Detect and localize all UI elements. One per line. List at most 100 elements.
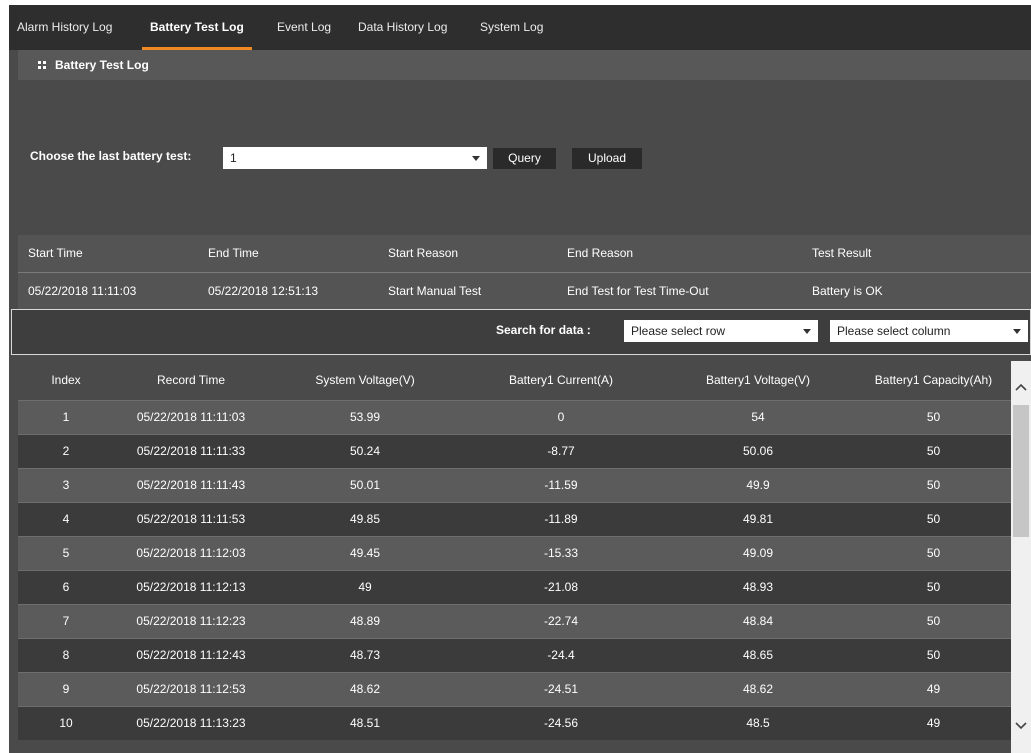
cell-battery1-capacity: 49 — [926, 682, 941, 696]
chevron-down-icon — [472, 156, 480, 161]
cell-battery1-current: -8.77 — [547, 444, 575, 458]
summary-end-reason: End Test for Test Time-Out — [567, 284, 709, 298]
cell-battery1-current: -15.33 — [543, 546, 579, 560]
cell-battery1-voltage: 54 — [751, 410, 765, 424]
cell-record-time: 05/22/2018 11:13:23 — [136, 716, 246, 730]
summary-header-test-result: Test Result — [812, 246, 872, 260]
column-select-value: Please select column — [837, 324, 951, 338]
cell-system-voltage: 48.62 — [349, 682, 381, 696]
search-label: Search for data : — [496, 323, 591, 337]
column-select[interactable]: Please select column — [830, 320, 1028, 342]
row-select-value: Please select row — [631, 324, 726, 338]
summary-header-end-reason: End Reason — [567, 246, 634, 260]
cell-index: 1 — [62, 410, 70, 424]
cell-battery1-capacity: 50 — [926, 546, 941, 560]
cell-battery1-voltage: 49.09 — [742, 546, 774, 560]
table-row[interactable]: 3 05/22/2018 11:11:43 50.01 -11.59 49.9 50 — [18, 468, 1011, 502]
query-panel: Choose the last battery test: 1 Query Up… — [18, 80, 1031, 235]
table-row[interactable]: 1 05/22/2018 11:11:03 53.99 0 54 50 — [18, 400, 1011, 434]
table-row[interactable]: 8 05/22/2018 11:12:43 48.73 -24.4 48.65 50 — [18, 638, 1011, 672]
battery-test-select[interactable]: 1 — [223, 147, 487, 169]
summary-header-end-time: End Time — [208, 246, 259, 260]
cell-battery1-current: 0 — [557, 410, 565, 424]
log-tab-bar: Alarm History Log Battery Test Log Event… — [9, 5, 1031, 50]
cell-record-time: 05/22/2018 11:11:53 — [136, 512, 246, 526]
summary-test-result: Battery is OK — [812, 284, 883, 298]
cell-index: 5 — [62, 546, 70, 560]
summary-header-row: Start Time End Time Start Reason End Rea… — [18, 235, 1031, 271]
table-header: Index Record Time System Voltage(V) Battery… — [18, 361, 1011, 400]
column-header-record-time: Record Time — [156, 373, 226, 387]
cell-index: 9 — [62, 682, 70, 696]
cell-record-time: 05/22/2018 11:11:33 — [136, 444, 246, 458]
cell-system-voltage: 49.85 — [349, 512, 381, 526]
cell-battery1-capacity: 49 — [926, 716, 941, 730]
chevron-down-icon — [1013, 329, 1021, 334]
summary-value-row: 05/22/2018 11:11:03 05/22/2018 12:51:13 … — [18, 273, 1031, 309]
cell-system-voltage: 49 — [358, 580, 372, 594]
cell-battery1-capacity: 50 — [926, 478, 941, 492]
tab-battery-test-log[interactable]: Battery Test Log — [142, 5, 252, 50]
cell-system-voltage: 48.51 — [349, 716, 381, 730]
cell-battery1-current: -22.74 — [543, 614, 579, 628]
column-header-index: Index — [51, 373, 81, 387]
chevron-down-icon — [1015, 722, 1027, 730]
cell-index: 2 — [62, 444, 70, 458]
table-row[interactable]: 9 05/22/2018 11:12:53 48.62 -24.51 48.62 49 — [18, 672, 1011, 706]
section-title: Battery Test Log — [55, 58, 149, 72]
table-row[interactable]: 5 05/22/2018 11:12:03 49.45 -15.33 49.09 50 — [18, 536, 1011, 570]
grid-icon — [38, 61, 47, 69]
cell-system-voltage: 49.45 — [349, 546, 381, 560]
cell-battery1-voltage: 48.5 — [746, 716, 770, 730]
cell-battery1-voltage: 49.9 — [746, 478, 770, 492]
cell-index: 6 — [62, 580, 70, 594]
cell-battery1-capacity: 50 — [926, 614, 941, 628]
cell-record-time: 05/22/2018 11:12:43 — [136, 648, 246, 662]
cell-system-voltage: 53.99 — [349, 410, 381, 424]
cell-battery1-current: -21.08 — [543, 580, 579, 594]
cell-battery1-current: -24.4 — [547, 648, 575, 662]
query-button[interactable]: Query — [493, 148, 556, 169]
cell-battery1-current: -24.51 — [543, 682, 579, 696]
search-bar: Search for data : Please select row Plea… — [11, 309, 1031, 355]
cell-system-voltage: 50.24 — [349, 444, 381, 458]
tab-system-log[interactable]: System Log — [480, 5, 543, 50]
summary-end-time: 05/22/2018 12:51:13 — [208, 284, 319, 298]
tab-event-log[interactable]: Event Log — [277, 5, 331, 50]
upload-button[interactable]: Upload — [572, 148, 642, 169]
battery-test-select-value: 1 — [230, 151, 237, 165]
chevron-up-icon — [1015, 383, 1027, 391]
cell-battery1-current: -11.89 — [544, 512, 578, 526]
summary-header-start-reason: Start Reason — [388, 246, 459, 260]
cell-battery1-voltage: 48.65 — [742, 648, 774, 662]
tab-data-history-log[interactable]: Data History Log — [358, 5, 447, 50]
table-row[interactable]: 4 05/22/2018 11:11:53 49.85 -11.89 49.81 50 — [18, 502, 1011, 536]
cell-record-time: 05/22/2018 11:11:03 — [136, 410, 246, 424]
cell-battery1-current: -24.56 — [543, 716, 579, 730]
summary-start-reason: Start Manual Test — [388, 284, 482, 298]
column-header-battery1-current: Battery1 Current(A) — [508, 373, 614, 387]
row-select[interactable]: Please select row — [624, 320, 818, 342]
cell-record-time: 05/22/2018 11:12:13 — [136, 580, 246, 594]
cell-battery1-capacity: 50 — [926, 512, 941, 526]
table-row[interactable]: 7 05/22/2018 11:12:23 48.89 -22.74 48.84 50 — [18, 604, 1011, 638]
cell-index: 7 — [62, 614, 70, 628]
cell-battery1-capacity: 50 — [926, 648, 941, 662]
tab-alarm-history-log[interactable]: Alarm History Log — [17, 5, 112, 50]
battery-test-log-page: Alarm History Log Battery Test Log Event… — [9, 5, 1031, 753]
scroll-thumb[interactable] — [1013, 405, 1029, 537]
scroll-up-button[interactable] — [1011, 361, 1031, 405]
table-scrollbar[interactable] — [1011, 361, 1031, 753]
table-row[interactable]: 2 05/22/2018 11:11:33 50.24 -8.77 50.06 50 — [18, 434, 1011, 468]
cell-record-time: 05/22/2018 11:12:23 — [136, 614, 246, 628]
column-header-battery1-capacity: Battery1 Capacity(Ah) — [874, 373, 993, 387]
scroll-down-button[interactable] — [1011, 711, 1031, 753]
table-row[interactable]: 6 05/22/2018 11:12:13 49 -21.08 48.93 50 — [18, 570, 1011, 604]
cell-battery1-capacity: 50 — [926, 580, 941, 594]
cell-battery1-voltage: 49.81 — [742, 512, 774, 526]
summary-start-time: 05/22/2018 11:11:03 — [28, 284, 137, 298]
cell-index: 10 — [59, 716, 73, 730]
record-table: Index Record Time System Voltage(V) Battery… — [18, 361, 1031, 753]
cell-record-time: 05/22/2018 11:12:03 — [136, 546, 246, 560]
table-row[interactable]: 10 05/22/2018 11:13:23 48.51 -24.56 48.5 49 — [18, 706, 1011, 740]
